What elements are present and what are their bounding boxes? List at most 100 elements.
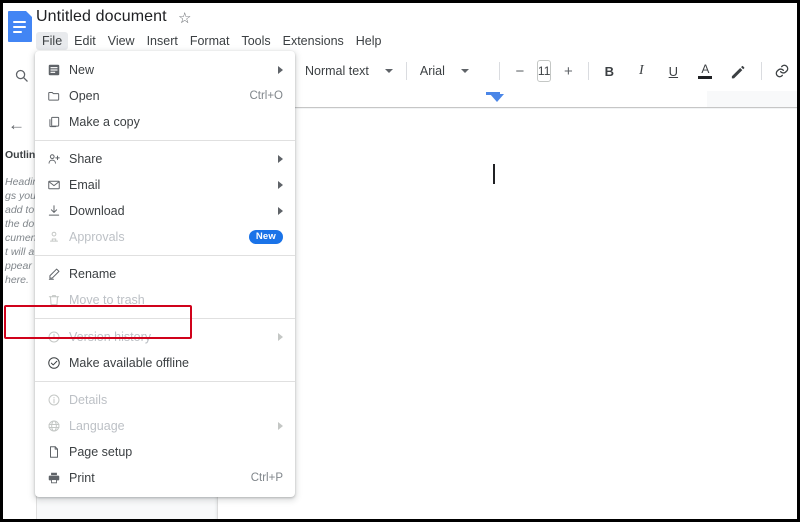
menu-help[interactable]: Help <box>350 32 388 50</box>
menu-divider <box>35 255 295 256</box>
menu-bar: File Edit View Insert Format Tools Extensions H… <box>36 31 388 50</box>
increase-font-size-button[interactable]: + <box>555 58 581 84</box>
paragraph-style-label: Normal text <box>305 64 369 78</box>
paragraph-style-dropdown[interactable]: Normal text <box>299 64 399 78</box>
toolbar-divider <box>588 62 590 80</box>
highlight-pen-icon[interactable] <box>724 58 750 84</box>
email-icon <box>47 178 69 192</box>
file-menu-item-make-a-copy[interactable]: Make a copy <box>35 109 295 135</box>
offline-check-icon <box>47 356 69 370</box>
file-menu-item-shortcut: Ctrl+O <box>249 90 283 102</box>
file-menu-item-email[interactable]: Email <box>35 172 295 198</box>
file-menu-item-label: Download <box>69 204 125 218</box>
menu-insert[interactable]: Insert <box>141 32 184 50</box>
font-size-input[interactable]: 11 <box>536 60 552 82</box>
document-page[interactable] <box>217 109 797 519</box>
top-bar: Untitled document ☆ File Edit View Insert Fo… <box>3 3 797 51</box>
file-menu-item-label: Share <box>69 152 103 166</box>
menu-divider <box>35 318 295 319</box>
file-menu-item-move-to-trash: Move to trash <box>35 287 295 313</box>
text-color-button[interactable]: A <box>692 58 718 84</box>
outline-title: Outline <box>5 149 36 161</box>
menu-view[interactable]: View <box>102 32 141 50</box>
file-menu-item-label: Email <box>69 178 101 192</box>
file-menu-item-shortcut: Ctrl+P <box>250 472 283 484</box>
file-menu-item-label: Rename <box>69 267 117 281</box>
outline-rail: ← Outline Headings you add to the docume… <box>3 63 37 519</box>
menu-edit[interactable]: Edit <box>68 32 102 50</box>
file-menu-item-label: Page setup <box>69 445 133 459</box>
menu-divider <box>35 381 295 382</box>
rename-pencil-icon <box>47 267 69 281</box>
folder-icon <box>47 89 69 103</box>
file-menu-dropdown[interactable]: New Open Ctrl+O Make a copy Share Email Downlo… <box>35 51 295 497</box>
file-menu-item-download[interactable]: Download <box>35 198 295 224</box>
star-icon[interactable]: ☆ <box>178 11 191 26</box>
file-menu-item-label: Make available offline <box>69 356 189 370</box>
collapse-outline-button[interactable]: ← <box>8 116 25 133</box>
menu-tools[interactable]: Tools <box>235 32 276 50</box>
info-icon <box>47 393 69 407</box>
decrease-font-size-button[interactable]: − <box>507 58 533 84</box>
link-icon[interactable] <box>769 58 795 84</box>
file-menu-item-label: Details <box>69 393 108 407</box>
file-menu-item-label: Move to trash <box>69 293 145 307</box>
file-menu-item-approvals: Approvals New <box>35 224 295 250</box>
chevron-down-icon <box>384 69 393 73</box>
submenu-arrow-icon <box>278 422 283 430</box>
underline-button[interactable]: U <box>660 58 686 84</box>
file-menu-item-label: Language <box>69 419 125 433</box>
indent-marker-icon[interactable] <box>490 94 504 102</box>
text-color-swatch <box>698 76 713 79</box>
file-menu-item-label: Open <box>69 89 100 103</box>
menu-file[interactable]: File <box>36 31 69 50</box>
toolbar-divider <box>405 62 407 80</box>
file-menu-item-label: Version history <box>69 330 151 344</box>
submenu-arrow-icon <box>278 155 283 163</box>
menu-format[interactable]: Format <box>184 32 236 50</box>
file-menu-item-new[interactable]: New <box>35 57 295 83</box>
outline-empty-text: Headings you add to the document will ap… <box>5 176 36 286</box>
person-add-icon <box>47 152 69 166</box>
copy-icon <box>47 115 69 129</box>
document-title[interactable]: Untitled document <box>36 8 167 26</box>
font-family-label: Arial <box>419 64 445 78</box>
google-docs-icon[interactable] <box>8 11 34 43</box>
submenu-arrow-icon <box>278 207 283 215</box>
globe-icon <box>47 419 69 433</box>
approvals-icon <box>47 230 69 244</box>
new-document-icon <box>47 63 69 77</box>
file-menu-item-open[interactable]: Open Ctrl+O <box>35 83 295 109</box>
toolbar-divider <box>761 62 763 80</box>
chevron-down-icon <box>460 69 469 73</box>
file-menu-item-label: Print <box>69 471 95 485</box>
google-docs-window: Untitled document ☆ File Edit View Insert Fo… <box>0 0 800 522</box>
file-menu-item-label: Make a copy <box>69 115 140 129</box>
submenu-arrow-icon <box>278 66 283 74</box>
printer-icon <box>47 471 69 485</box>
history-clock-icon <box>47 330 69 344</box>
download-icon <box>47 204 69 218</box>
italic-button[interactable]: I <box>628 58 654 84</box>
text-cursor <box>493 164 495 184</box>
file-menu-item-rename[interactable]: Rename <box>35 261 295 287</box>
file-menu-item-label: Approvals <box>69 230 125 244</box>
file-menu-item-language: Language <box>35 413 295 439</box>
file-menu-item-print[interactable]: Print Ctrl+P <box>35 465 295 491</box>
page-setup-icon <box>47 445 69 459</box>
file-menu-item-make-available-offline[interactable]: Make available offline <box>35 350 295 376</box>
menu-divider <box>35 140 295 141</box>
bold-button[interactable]: B <box>596 58 622 84</box>
submenu-arrow-icon <box>278 181 283 189</box>
text-color-label: A <box>701 62 710 76</box>
file-menu-item-page-setup[interactable]: Page setup <box>35 439 295 465</box>
file-menu-item-version-history: Version history <box>35 324 295 350</box>
menu-extensions[interactable]: Extensions <box>277 32 350 50</box>
new-badge: New <box>248 230 283 244</box>
font-family-dropdown[interactable]: Arial <box>414 64 492 78</box>
search-icon[interactable] <box>9 63 33 87</box>
trash-icon <box>47 293 69 307</box>
submenu-arrow-icon <box>278 333 283 341</box>
file-menu-item-details: Details <box>35 387 295 413</box>
file-menu-item-share[interactable]: Share <box>35 146 295 172</box>
